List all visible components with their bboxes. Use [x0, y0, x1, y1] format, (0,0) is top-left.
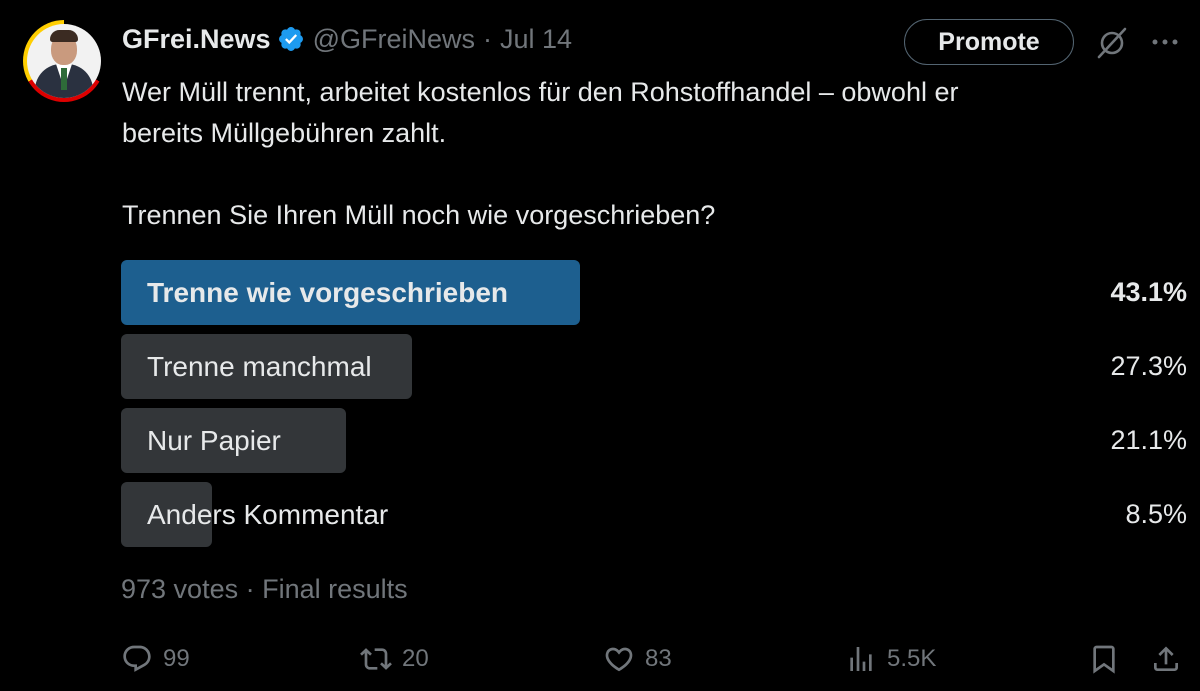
tweet-text-line-1: Wer Müll trennt, arbeitet kostenlos für … [122, 77, 959, 107]
separator-dot: · [482, 23, 492, 54]
poll-option-2[interactable]: Trenne manchmal 27.3% [121, 334, 1187, 399]
bookmark-button[interactable] [1088, 640, 1130, 678]
poll-option-label: Trenne manchmal [147, 351, 372, 382]
poll-option-percent: 27.3% [1110, 351, 1187, 381]
reply-button[interactable]: 99 [121, 640, 190, 678]
heart-icon [605, 647, 633, 672]
view-count: 5.5K [887, 645, 937, 672]
poll-option-3[interactable]: Nur Papier 21.1% [121, 408, 1187, 473]
verified-badge-icon[interactable] [277, 25, 305, 53]
like-count: 83 [645, 645, 672, 672]
separator-dot: · [245, 574, 255, 604]
poll-option-1[interactable]: Trenne wie vorgeschrieben 43.1% [121, 260, 1187, 325]
display-name[interactable]: GFrei.News [122, 24, 271, 55]
bookmark-icon [1093, 645, 1115, 674]
user-handle[interactable]: @GFreiNews [313, 24, 475, 55]
slash-circle-icon[interactable] [1094, 26, 1130, 60]
poll-vote-count: 973 votes [121, 574, 239, 604]
repost-icon [360, 648, 392, 670]
poll-option-label: Anders Kommentar [147, 499, 389, 530]
repost-button[interactable]: 20 [360, 640, 429, 678]
tweet-text-line-2: bereits Müllgebühren zahlt. [122, 118, 447, 148]
poll-option-4[interactable]: Anders Kommentar 8.5% [121, 482, 1187, 547]
tweet-text-line-3: Trennen Sie Ihren Müll noch wie vorgesch… [122, 200, 716, 230]
tweet-date[interactable]: Jul 14 [500, 24, 572, 55]
share-icon [1154, 646, 1178, 671]
poll-status: Final results [262, 574, 408, 604]
poll-option-percent: 8.5% [1125, 499, 1187, 529]
reply-count: 99 [163, 645, 190, 672]
views-bar-chart-icon [850, 647, 872, 671]
like-button[interactable]: 83 [603, 640, 672, 678]
poll-option-percent: 21.1% [1110, 425, 1187, 455]
repost-count: 20 [402, 645, 429, 672]
promote-button[interactable]: Promote [904, 19, 1074, 65]
poll-option-label: Trenne wie vorgeschrieben [147, 277, 509, 308]
tweet-header: GFrei.News @GFreiNews · Jul 14 [122, 20, 572, 58]
avatar-photo [27, 24, 101, 98]
views-button[interactable]: 5.5K [845, 640, 936, 678]
poll-meta: 973 votes · Final results [121, 574, 408, 605]
share-button[interactable] [1150, 640, 1192, 678]
poll-option-percent: 43.1% [1110, 277, 1187, 307]
reply-icon [123, 645, 151, 672]
avatar[interactable] [23, 20, 105, 102]
more-horizontal-icon[interactable] [1148, 29, 1182, 55]
poll-option-label: Nur Papier [147, 425, 281, 456]
